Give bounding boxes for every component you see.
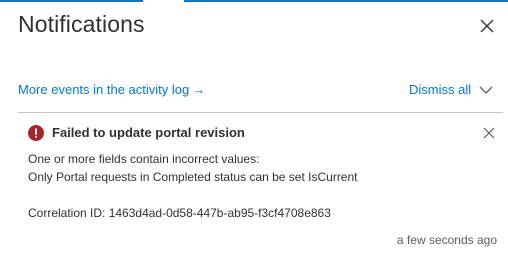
notifications-panel: Notifications More events in the activit… (0, 0, 508, 254)
chevron-down-icon[interactable] (478, 84, 494, 96)
notification-card[interactable]: Failed to update portal revision One or … (18, 113, 503, 254)
close-panel-icon[interactable] (479, 18, 495, 34)
activity-log-link[interactable]: More events in the activity log → (18, 82, 205, 97)
arrow-right-icon: → (192, 82, 206, 97)
dismiss-notification-icon[interactable] (483, 127, 495, 139)
notification-timestamp: a few seconds ago (396, 233, 497, 247)
panel-title: Notifications (18, 11, 145, 37)
notification-message-line2: Only Portal requests in Completed status… (28, 170, 358, 184)
notification-title: Failed to update portal revision (52, 125, 245, 140)
activity-log-link-label: More events in the activity log (18, 82, 190, 97)
header-accent-bar (0, 0, 143, 2)
header-accent-bar (184, 0, 508, 2)
error-circle-icon (28, 125, 44, 141)
notification-message-line1: One or more fields contain incorrect val… (28, 152, 260, 166)
correlation-id: Correlation ID: 1463d4ad-0d58-447b-ab95-… (28, 206, 331, 220)
dismiss-all-button[interactable]: Dismiss all (409, 82, 471, 97)
